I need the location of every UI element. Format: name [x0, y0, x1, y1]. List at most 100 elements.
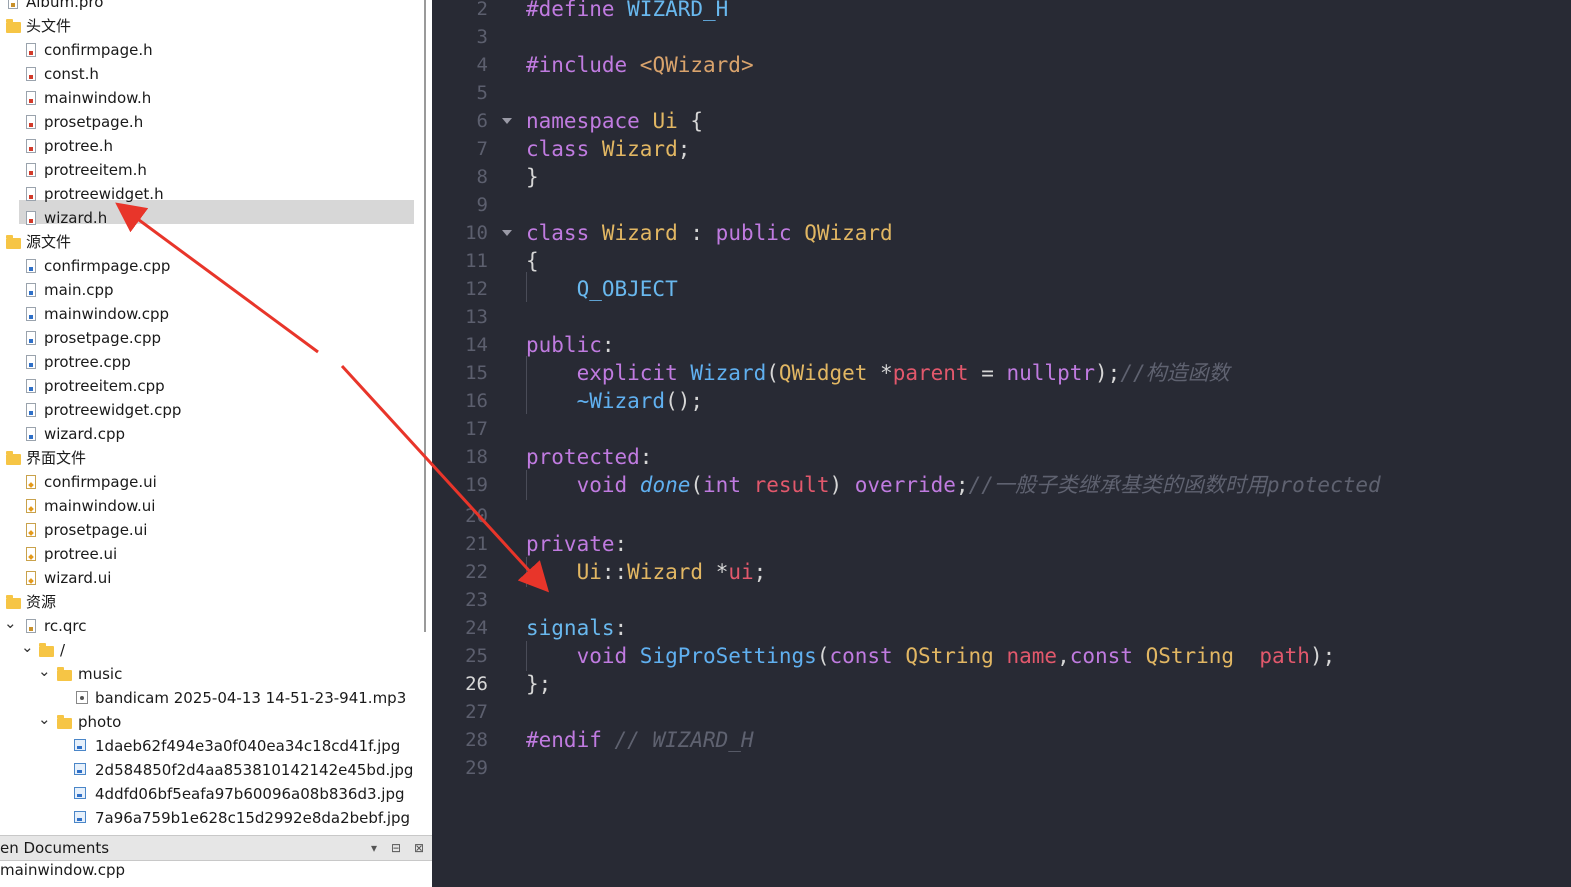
tree-item-label: protree.cpp: [44, 353, 131, 371]
source-file-icon: [26, 427, 36, 441]
chevron-down-icon[interactable]: ⌄: [38, 662, 51, 680]
indent-guide: [526, 272, 527, 302]
code-line[interactable]: #include <QWizard>: [526, 53, 754, 77]
tree-item-image[interactable]: 7a96a759b1e628c15d2992e8da2bebf.jpg: [0, 806, 420, 830]
code-token: ();: [665, 389, 704, 413]
tree-item-file[interactable]: mainwindow.h: [0, 86, 420, 110]
code-token: :: [614, 532, 628, 556]
code-line[interactable]: ~Wizard();: [526, 389, 703, 413]
chevron-down-icon[interactable]: ⌄: [38, 710, 51, 728]
tree-item-mp3[interactable]: bandicam 2025-04-13 14-51-23-941.mp3: [0, 686, 420, 710]
code-token: ): [829, 473, 855, 497]
tree-item-file[interactable]: protreewidget.cpp: [0, 398, 420, 422]
tree-scrollbar-track[interactable]: [420, 0, 432, 833]
tree-item-pro[interactable]: Album.pro: [0, 0, 420, 14]
tree-folder-music[interactable]: ⌄ music: [0, 662, 420, 686]
tree-scrollbar-thumb[interactable]: [424, 0, 426, 632]
project-tree[interactable]: Album.pro 头文件 confirmpage.h const.h mainwind…: [0, 0, 420, 833]
chevron-down-icon[interactable]: ⌄: [21, 638, 34, 656]
tree-item-file[interactable]: protreewidget.h: [0, 182, 420, 206]
code-line[interactable]: namespace Ui {: [526, 109, 703, 133]
tree-item-label: const.h: [44, 65, 99, 83]
tree-item-file[interactable]: main.cpp: [0, 278, 420, 302]
code-line[interactable]: };: [526, 672, 551, 696]
tree-group-resources[interactable]: 资源: [0, 590, 420, 614]
image-file-icon: [74, 787, 86, 799]
image-file-icon: [74, 811, 86, 823]
code-line[interactable]: #define WIZARD_H: [526, 0, 728, 21]
indent-guide: [526, 557, 527, 587]
tree-group-headers[interactable]: 头文件: [0, 14, 420, 38]
tree-item-file[interactable]: confirmpage.ui: [0, 470, 420, 494]
tree-item-image[interactable]: 8ca90598bd8ddfdc3498f8781e6dd06.jpg: [0, 830, 420, 833]
split-icon[interactable]: ⊟: [388, 840, 404, 856]
tree-item-file[interactable]: protree.ui: [0, 542, 420, 566]
tree-item-qrc[interactable]: ⌄ rc.qrc: [0, 614, 420, 638]
tree-item-file[interactable]: protreeitem.h: [0, 158, 420, 182]
tree-folder-root[interactable]: ⌄ /: [0, 638, 420, 662]
tree-item-file[interactable]: wizard.h: [0, 206, 420, 230]
code-line[interactable]: {: [526, 249, 539, 273]
tree-item-file[interactable]: const.h: [0, 62, 420, 86]
code-token: *: [880, 361, 893, 385]
code-line[interactable]: class Wizard : public QWizard: [526, 221, 893, 245]
tree-item-file[interactable]: prosetpage.ui: [0, 518, 420, 542]
ui-file-icon: [26, 499, 36, 513]
code-token: signals: [526, 616, 615, 640]
line-number: 14: [465, 334, 488, 356]
project-tree-panel[interactable]: Album.pro 头文件 confirmpage.h const.h mainwind…: [0, 0, 432, 887]
tree-item-file[interactable]: protree.h: [0, 134, 420, 158]
tree-group-forms[interactable]: 界面文件: [0, 446, 420, 470]
open-documents-header: en Documents ▾ ⊟ ⊠: [0, 835, 432, 861]
tree-item-image[interactable]: 1daeb62f494e3a0f040ea34c18cd41f.jpg: [0, 734, 420, 758]
tree-item-file[interactable]: wizard.ui: [0, 566, 420, 590]
tree-item-file[interactable]: protreeitem.cpp: [0, 374, 420, 398]
tree-item-label: rc.qrc: [44, 617, 87, 635]
code-line[interactable]: }: [526, 165, 539, 189]
tree-item-file[interactable]: mainwindow.cpp: [0, 302, 420, 326]
open-document-item[interactable]: mainwindow.cpp: [0, 861, 125, 879]
code-line[interactable]: void SigProSettings(const QString name,c…: [526, 644, 1336, 668]
tree-item-file[interactable]: confirmpage.cpp: [0, 254, 420, 278]
tree-item-image[interactable]: 2d584850f2d4aa853810142142e45bd.jpg: [0, 758, 420, 782]
code-line[interactable]: #endif // WIZARD_H: [526, 728, 754, 752]
tree-item-file[interactable]: mainwindow.ui: [0, 494, 420, 518]
code-line[interactable]: void done(int result) override;//一般子类继承基…: [526, 473, 1381, 497]
tree-item-file[interactable]: wizard.cpp: [0, 422, 420, 446]
code-token: (: [690, 473, 704, 497]
code-editor[interactable]: 2 #define WIZARD_H 3 4 #include <QWizard> 5 6 n…: [432, 0, 1571, 887]
tree-item-file[interactable]: confirmpage.h: [0, 38, 420, 62]
folder-icon: [39, 643, 54, 657]
fold-chevron-icon[interactable]: [502, 118, 512, 124]
line-number: 6: [476, 110, 488, 132]
tree-item-image[interactable]: 4ddfd06bf5eafa97b60096a08b836d3.jpg: [0, 782, 420, 806]
code-line[interactable]: protected:: [526, 445, 652, 469]
code-token: ~Wizard: [576, 389, 666, 413]
source-file-icon: [26, 331, 36, 345]
ui-file-icon: [26, 523, 36, 537]
dropdown-icon[interactable]: ▾: [366, 840, 382, 856]
close-panel-icon[interactable]: ⊠: [411, 840, 427, 856]
tree-item-file[interactable]: prosetpage.cpp: [0, 326, 420, 350]
chevron-down-icon[interactable]: ⌄: [4, 614, 17, 632]
code-line[interactable]: class Wizard;: [526, 137, 690, 161]
tree-item-file[interactable]: prosetpage.h: [0, 110, 420, 134]
code-line[interactable]: explicit Wizard(QWidget *parent = nullpt…: [526, 361, 1230, 385]
code-line[interactable]: Ui::Wizard *ui;: [526, 560, 767, 584]
line-number: 2: [476, 0, 488, 20]
code-line[interactable]: private:: [526, 532, 627, 556]
code-line[interactable]: public:: [526, 333, 615, 357]
code-token: QWidget: [778, 361, 881, 385]
code-token: void: [576, 473, 640, 497]
code-token: result: [753, 473, 830, 497]
tree-group-sources[interactable]: 源文件: [0, 230, 420, 254]
indent-guide: [526, 470, 527, 500]
tree-folder-photo[interactable]: ⌄ photo: [0, 710, 420, 734]
tree-item-file[interactable]: protree.cpp: [0, 350, 420, 374]
line-number: 13: [465, 306, 488, 328]
code-token: class: [526, 137, 602, 161]
code-token: //构造函数: [1120, 361, 1230, 385]
code-line[interactable]: Q_OBJECT: [526, 277, 678, 301]
code-line[interactable]: signals:: [526, 616, 627, 640]
fold-chevron-icon[interactable]: [502, 230, 512, 236]
